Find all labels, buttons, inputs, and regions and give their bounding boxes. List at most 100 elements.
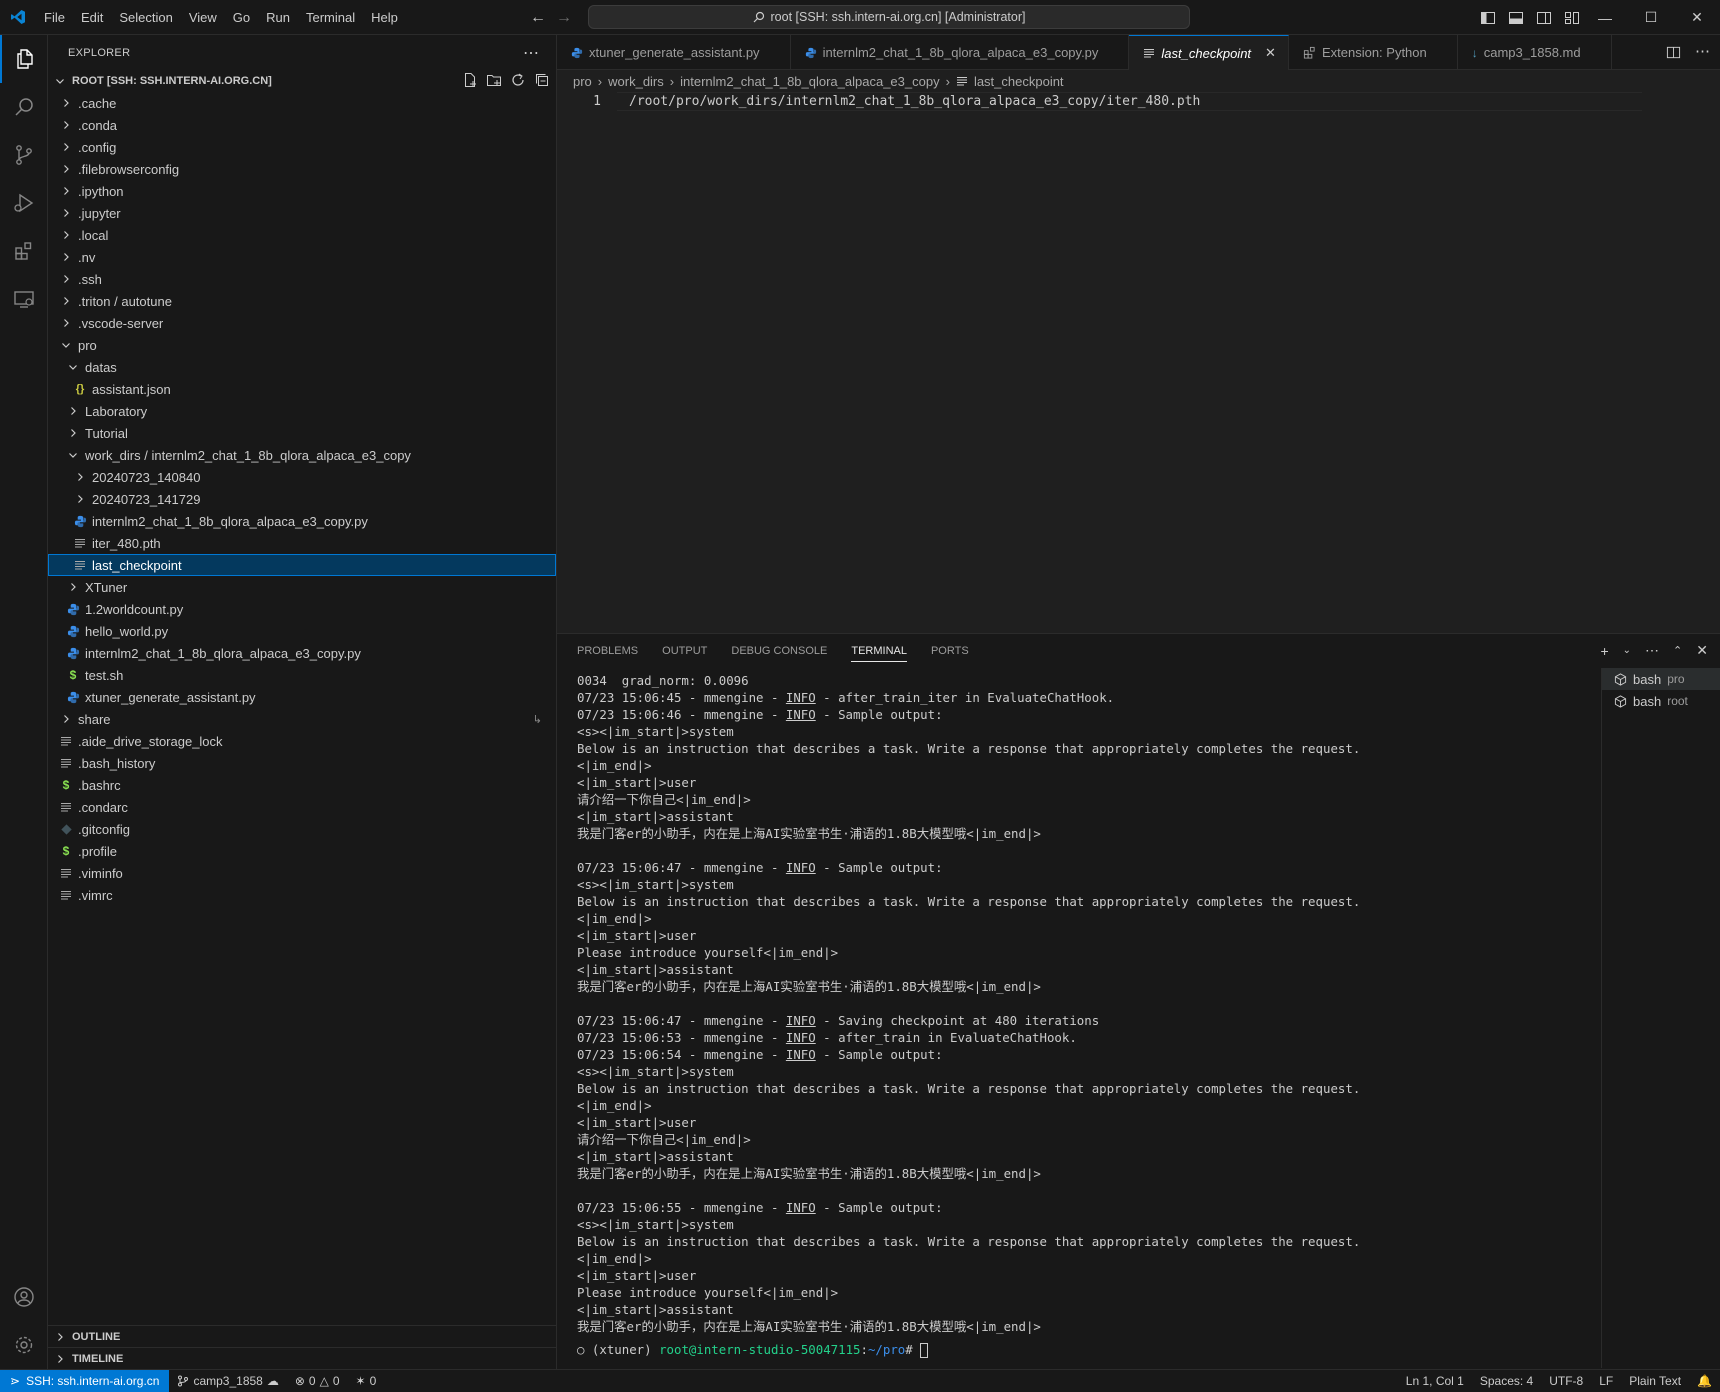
menu-item-selection[interactable]: Selection (111, 0, 180, 35)
refresh-icon[interactable] (510, 72, 526, 88)
run-debug-icon[interactable] (0, 179, 48, 227)
editor-tab[interactable]: ↓ camp3_1858.md (1458, 35, 1612, 70)
back-arrow-icon[interactable]: ← (530, 9, 546, 27)
close-tab-icon[interactable]: ✕ (1265, 45, 1276, 61)
breadcrumb-item[interactable]: internlm2_chat_1_8b_qlora_alpaca_e3_copy (680, 74, 939, 89)
menu-item-go[interactable]: Go (225, 0, 258, 35)
encoding[interactable]: UTF-8 (1541, 1374, 1591, 1388)
menu-item-help[interactable]: Help (363, 0, 406, 35)
cursor-position[interactable]: Ln 1, Col 1 (1398, 1374, 1472, 1388)
language-mode[interactable]: Plain Text (1621, 1374, 1689, 1388)
terminal-instance[interactable]: bash root (1602, 690, 1720, 712)
branch-indicator[interactable]: camp3_1858 ☁ (169, 1374, 286, 1388)
terminal-instance[interactable]: bash pro (1602, 668, 1720, 690)
ports-indicator[interactable]: ✶ 0 (348, 1374, 385, 1388)
menu-item-file[interactable]: File (36, 0, 73, 35)
terminal-dropdown-icon[interactable]: ⌄ (1623, 645, 1631, 656)
folder-item[interactable]: 20240723_141729 (48, 488, 556, 510)
folder-item[interactable]: .vscode-server (48, 312, 556, 334)
more-actions-icon[interactable]: ⋯ (1645, 642, 1659, 659)
explorer-icon[interactable] (0, 35, 48, 83)
breadcrumb-item[interactable]: last_checkpoint (974, 74, 1064, 89)
panel-tab-output[interactable]: OUTPUT (662, 645, 707, 657)
file-item[interactable]: .condarc (48, 796, 556, 818)
file-item[interactable]: internlm2_chat_1_8b_qlora_alpaca_e3_copy… (48, 510, 556, 532)
folder-item[interactable]: .triton / autotune (48, 290, 556, 312)
file-item[interactable]: hello_world.py (48, 620, 556, 642)
file-item[interactable]: xtuner_generate_assistant.py (48, 686, 556, 708)
folder-item[interactable]: datas (48, 356, 556, 378)
folder-item[interactable]: .conda (48, 114, 556, 136)
folder-item[interactable]: work_dirs / internlm2_chat_1_8b_qlora_al… (48, 444, 556, 466)
new-file-icon[interactable] (462, 72, 478, 88)
menu-item-run[interactable]: Run (258, 0, 298, 35)
terminal-output[interactable]: 0034 grad_norm: 0.0096 07/23 15:06:45 - m… (577, 672, 1577, 1358)
file-item[interactable]: iter_480.pth (48, 532, 556, 554)
outline-section[interactable]: OUTLINE (48, 1325, 557, 1347)
editor-tab[interactable]: xtuner_generate_assistant.py (557, 35, 791, 70)
folder-item[interactable]: .jupyter (48, 202, 556, 224)
forward-arrow-icon[interactable]: → (556, 9, 572, 27)
folder-item[interactable]: .nv (48, 246, 556, 268)
file-item[interactable]: $ test.sh (48, 664, 556, 686)
remote-explorer-icon[interactable] (0, 275, 48, 323)
indentation[interactable]: Spaces: 4 (1472, 1374, 1541, 1388)
menu-item-view[interactable]: View (181, 0, 225, 35)
breadcrumb-item[interactable]: pro (573, 74, 592, 89)
file-item[interactable]: $ .profile (48, 840, 556, 862)
close-window-icon[interactable]: ✕ (1674, 0, 1720, 35)
settings-gear-icon[interactable] (0, 1321, 48, 1369)
explorer-root[interactable]: ROOT [SSH: SSH.INTERN-AI.ORG.CN] (48, 70, 556, 92)
toggle-secondary-sidebar-icon[interactable] (1536, 10, 1552, 26)
folder-item[interactable]: .config (48, 136, 556, 158)
accounts-icon[interactable] (0, 1273, 48, 1321)
editor-tab[interactable]: last_checkpoint ✕ (1129, 35, 1289, 70)
file-item[interactable]: internlm2_chat_1_8b_qlora_alpaca_e3_copy… (48, 642, 556, 664)
maximize-icon[interactable]: ☐ (1628, 0, 1674, 35)
problems-indicator[interactable]: ⊗ 0 △ 0 (287, 1374, 348, 1388)
menu-item-terminal[interactable]: Terminal (298, 0, 363, 35)
new-terminal-icon[interactable]: + (1600, 643, 1608, 659)
folder-item[interactable]: share ↳ (48, 708, 556, 730)
folder-item[interactable]: .filebrowserconfig (48, 158, 556, 180)
end-of-line[interactable]: LF (1591, 1374, 1621, 1388)
file-item[interactable]: {} assistant.json (48, 378, 556, 400)
collapse-all-icon[interactable] (534, 72, 550, 88)
folder-item[interactable]: 20240723_140840 (48, 466, 556, 488)
folder-item[interactable]: XTuner (48, 576, 556, 598)
file-item[interactable]: last_checkpoint (48, 554, 556, 576)
folder-item[interactable]: .ipython (48, 180, 556, 202)
panel-tab-terminal[interactable]: TERMINAL (851, 645, 907, 662)
panel-tab-debug-console[interactable]: DEBUG CONSOLE (731, 645, 827, 657)
file-item[interactable]: .aide_drive_storage_lock (48, 730, 556, 752)
command-center[interactable]: root [SSH: ssh.intern-ai.org.cn] [Admini… (588, 5, 1190, 29)
panel-tab-ports[interactable]: PORTS (931, 645, 969, 657)
source-control-icon[interactable] (0, 131, 48, 179)
toggle-panel-icon[interactable] (1508, 10, 1524, 26)
breadcrumb-item[interactable]: work_dirs (608, 74, 664, 89)
folder-item[interactable]: Laboratory (48, 400, 556, 422)
file-item[interactable]: $ .bashrc (48, 774, 556, 796)
minimize-icon[interactable]: — (1582, 0, 1628, 35)
editor-tab[interactable]: internlm2_chat_1_8b_qlora_alpaca_e3_copy… (791, 35, 1130, 70)
folder-item[interactable]: .local (48, 224, 556, 246)
editor-tab[interactable]: Extension: Python (1289, 35, 1458, 70)
new-folder-icon[interactable] (486, 72, 502, 88)
more-actions-icon[interactable]: ⋯ (1695, 44, 1710, 60)
remote-indicator[interactable]: ⋗ SSH: ssh.intern-ai.org.cn (0, 1370, 170, 1392)
notifications-bell-icon[interactable]: 🔔 (1689, 1374, 1720, 1388)
menu-item-edit[interactable]: Edit (73, 0, 111, 35)
search-icon[interactable] (0, 83, 48, 131)
more-actions-icon[interactable]: ⋯ (523, 43, 540, 63)
folder-item[interactable]: .ssh (48, 268, 556, 290)
text-editor[interactable]: 1 /root/pro/work_dirs/internlm2_chat_1_8… (557, 92, 1720, 632)
extensions-icon[interactable] (0, 227, 48, 275)
file-item[interactable]: 1.2worldcount.py (48, 598, 556, 620)
file-item[interactable]: .bash_history (48, 752, 556, 774)
terminal-prompt[interactable]: ○ (xtuner) root@intern-studio-50047115:~… (577, 1341, 1577, 1358)
panel-tab-problems[interactable]: PROBLEMS (577, 645, 638, 657)
split-editor-icon[interactable] (1666, 45, 1681, 60)
folder-item[interactable]: pro (48, 334, 556, 356)
file-item[interactable]: .viminfo (48, 862, 556, 884)
toggle-primary-sidebar-icon[interactable] (1480, 10, 1496, 26)
